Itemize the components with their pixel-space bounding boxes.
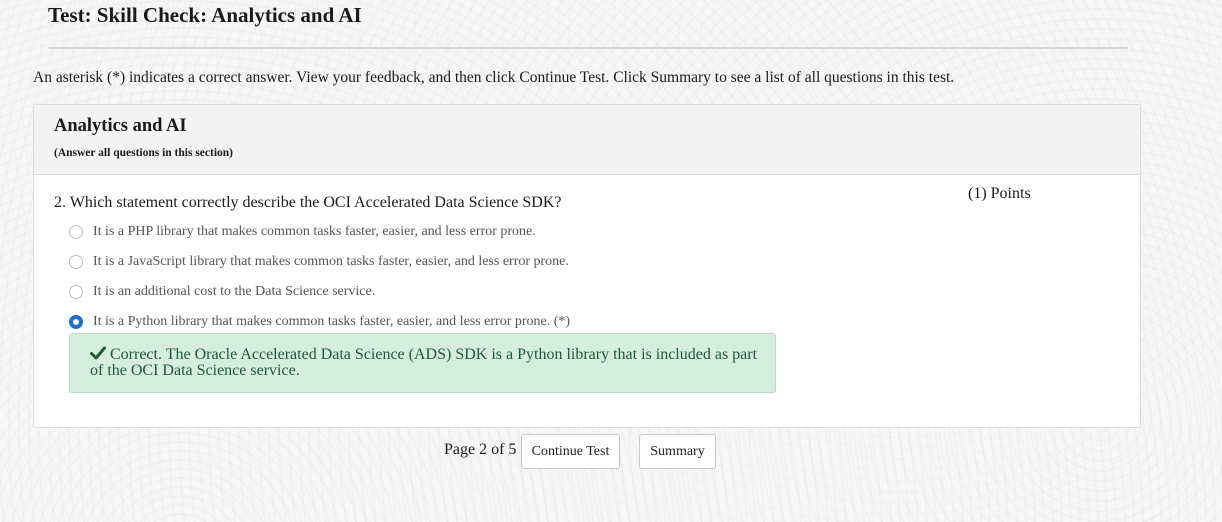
radio-button[interactable] bbox=[69, 285, 83, 299]
section-header: Analytics and AI (Answer all questions i… bbox=[34, 105, 1140, 175]
question-text: 2. Which statement correctly describe th… bbox=[54, 194, 562, 211]
answer-option-4[interactable]: It is a Python library that makes common… bbox=[69, 312, 570, 332]
radio-button[interactable] bbox=[69, 255, 83, 269]
answer-option-label: It is a PHP library that makes common ta… bbox=[93, 224, 536, 239]
continue-test-button[interactable]: Continue Test bbox=[521, 434, 620, 469]
instructions-text: An asterisk (*) indicates a correct answ… bbox=[33, 69, 955, 86]
radio-button[interactable] bbox=[69, 225, 83, 239]
answer-option-label: It is a Python library that makes common… bbox=[93, 314, 571, 329]
answer-option-3[interactable]: It is an additional cost to the Data Sci… bbox=[69, 282, 375, 302]
page-title: Test: Skill Check: Analytics and AI bbox=[48, 3, 362, 27]
section-note: (Answer all questions in this section) bbox=[54, 147, 234, 159]
question-panel: Analytics and AI (Answer all questions i… bbox=[33, 104, 1141, 428]
answer-option-1[interactable]: It is a PHP library that makes common ta… bbox=[69, 222, 536, 242]
section-title: Analytics and AI bbox=[54, 116, 187, 136]
answer-option-label: It is a JavaScript library that makes co… bbox=[93, 254, 569, 269]
answer-option-2[interactable]: It is a JavaScript library that makes co… bbox=[69, 252, 569, 272]
title-divider bbox=[48, 47, 1128, 49]
feedback-box: Correct. The Oracle Accelerated Data Sci… bbox=[69, 333, 776, 393]
answer-option-label: It is an additional cost to the Data Sci… bbox=[93, 284, 376, 299]
feedback-text: Correct. The Oracle Accelerated Data Sci… bbox=[90, 346, 758, 379]
page-indicator: Page 2 of 5 bbox=[444, 441, 517, 458]
radio-button-selected[interactable] bbox=[69, 315, 83, 329]
summary-button[interactable]: Summary bbox=[639, 434, 716, 469]
question-points: (1) Points bbox=[968, 185, 1031, 202]
checkmark-icon bbox=[90, 346, 106, 360]
